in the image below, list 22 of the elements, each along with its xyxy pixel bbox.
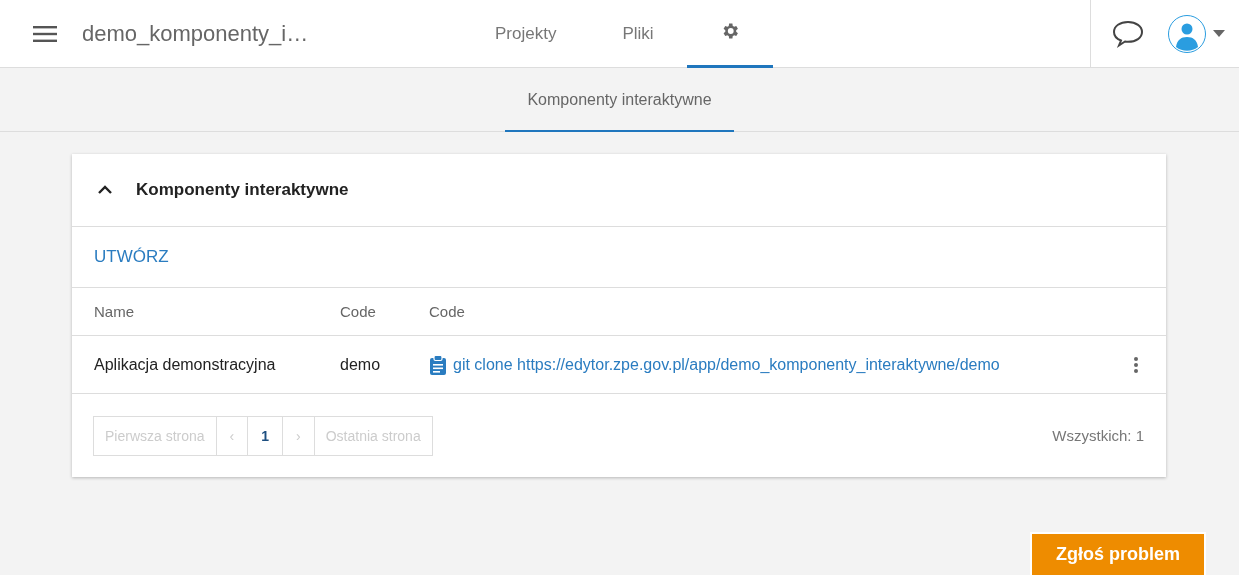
more-button[interactable] — [1132, 355, 1140, 374]
total-count: Wszystkich: 1 — [1052, 427, 1144, 444]
menu-icon — [33, 25, 57, 42]
clipboard-icon — [429, 354, 447, 375]
column-header: Code — [429, 303, 466, 320]
create-button[interactable]: UTWÓRZ — [94, 247, 169, 267]
report-problem-button[interactable]: Zgłoś problem — [1030, 532, 1206, 575]
chat-bubble-icon[interactable] — [1111, 18, 1145, 49]
project-title: demo_komponenty_i… — [82, 20, 310, 47]
pagination-button[interactable]: 1 — [247, 415, 284, 456]
avatar-icon[interactable] — [1167, 13, 1207, 54]
section-tab[interactable]: Komponenty interaktywne — [505, 68, 734, 132]
table-cell-text: Aplikacja demonstracyjna — [94, 355, 277, 374]
column-header: Name — [94, 303, 135, 320]
table-cell-text: demo — [340, 355, 382, 374]
caret-icon[interactable] — [1213, 30, 1225, 37]
column-header: Code — [340, 303, 377, 320]
nav-tab[interactable]: Pliki — [589, 0, 687, 68]
nav-tab[interactable]: Projekty — [462, 0, 590, 68]
clone-link[interactable]: git clone https://edytor.zpe.gov.pl/app/demo_komponenty_interaktywne/demo — [429, 354, 1106, 375]
more-icon — [1132, 355, 1140, 374]
panel-title: Komponenty interaktywne — [136, 180, 349, 200]
